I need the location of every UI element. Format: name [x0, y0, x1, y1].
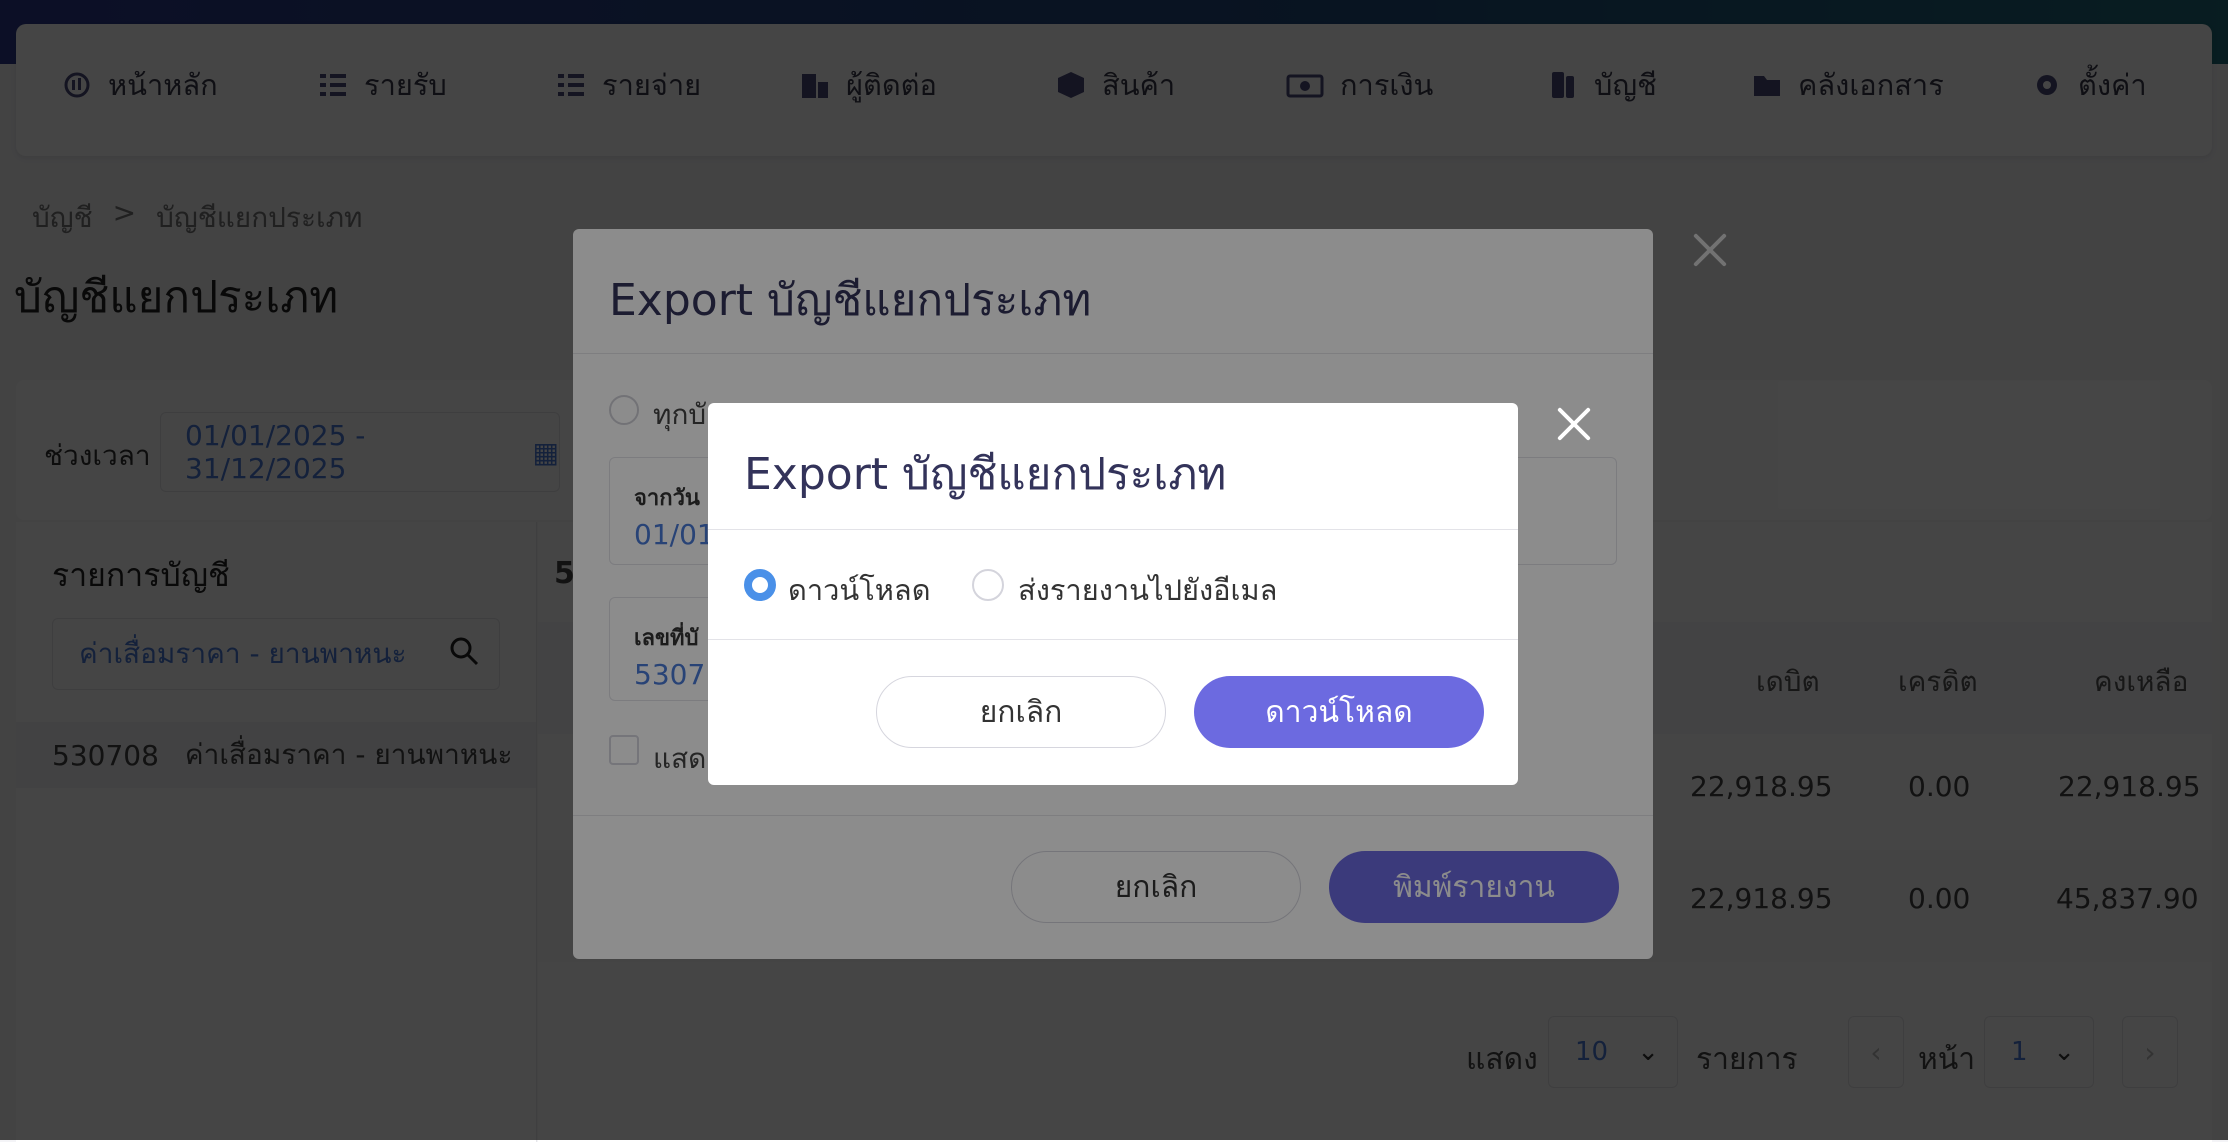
divider	[708, 529, 1518, 530]
radio-email[interactable]	[972, 569, 1004, 601]
dialog-title: Export บัญชีแยกประเภท	[744, 449, 1227, 500]
cancel-button[interactable]: ยกเลิก	[876, 676, 1166, 748]
radio-download[interactable]	[744, 569, 776, 601]
download-button[interactable]: ดาวน์โหลด	[1194, 676, 1484, 748]
radio-download-label[interactable]: ดาวน์โหลด	[788, 567, 931, 613]
export-dialog: Export บัญชีแยกประเภท ดาวน์โหลด ส่งรายงา…	[708, 403, 1518, 785]
close-icon[interactable]	[1554, 404, 1594, 444]
divider	[708, 639, 1518, 640]
radio-email-label[interactable]: ส่งรายงานไปยังอีเมล	[1018, 567, 1277, 613]
